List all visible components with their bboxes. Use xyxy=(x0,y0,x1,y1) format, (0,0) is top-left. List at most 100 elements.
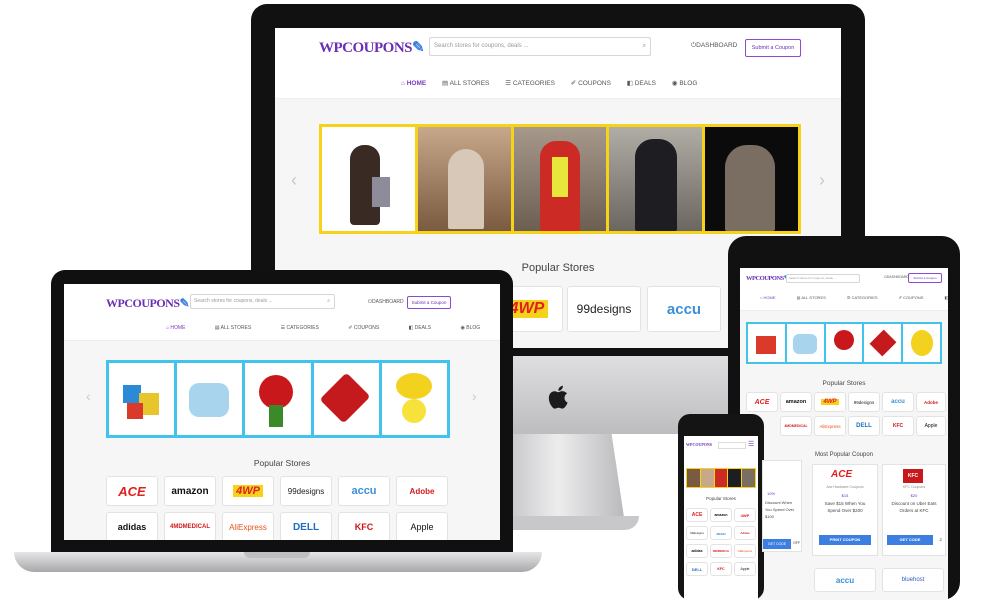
store-accu[interactable]: accu xyxy=(882,392,914,412)
store-dell[interactable]: DELL xyxy=(686,562,708,576)
submit-coupon-button[interactable]: Submit a Coupon xyxy=(908,273,942,283)
search-icon[interactable]: ⌕ xyxy=(327,295,330,308)
search-input[interactable]: Search stores for coupons, deals ... xyxy=(786,274,860,283)
store-amazon[interactable]: amazon xyxy=(780,392,812,412)
slide-red-coat-woman xyxy=(513,127,607,231)
slide-rose-bouquet xyxy=(825,324,863,362)
store-4md[interactable]: 4MDMEDICAL xyxy=(780,416,812,436)
store-accu[interactable]: accu xyxy=(338,476,390,506)
slide-black-coat-woman xyxy=(609,127,703,231)
site-logo[interactable]: WPCOUPONS xyxy=(686,442,712,447)
apple-logo-icon xyxy=(544,382,574,412)
search-icon[interactable]: ⌕ xyxy=(643,38,646,55)
store-adidas[interactable]: adidas xyxy=(686,544,708,558)
store-dell[interactable]: DELL xyxy=(848,416,880,436)
store-adidas[interactable]: adidas xyxy=(106,512,158,540)
nav-home[interactable]: ⌂ HOME xyxy=(760,295,790,300)
store-aliexpress[interactable]: AliExpress xyxy=(814,416,846,436)
slide-gift-boxes xyxy=(748,324,785,362)
nav-coupons[interactable]: ✐ COUPONS xyxy=(571,80,611,87)
phone-device: WPCOUPONS ☰ Popular Stores ACE amazon 4W… xyxy=(678,414,764,600)
store-4md[interactable]: 4MDMEDICAL xyxy=(164,512,216,540)
submit-coupon-button[interactable]: Submit a Coupon xyxy=(745,39,801,57)
code-peek: OFF xyxy=(793,541,800,545)
nav-coupons[interactable]: ✐ COUPONS xyxy=(899,295,938,300)
store-ace[interactable]: ACE xyxy=(746,392,778,412)
store-99designs[interactable]: 99designs xyxy=(280,476,332,506)
store-99designs[interactable]: 99designs xyxy=(567,286,641,332)
site-logo[interactable]: WPCOUPONS✎ xyxy=(319,38,425,57)
nav-deals[interactable]: ◧ DEALS xyxy=(945,295,948,300)
nav-blog[interactable]: ◉ BLOG xyxy=(672,80,698,87)
slide-4 xyxy=(728,469,742,487)
nav-categories[interactable]: ☰ CATEGORIES xyxy=(281,325,333,331)
store-4wp[interactable]: 4WP xyxy=(222,476,274,506)
nav-home[interactable]: ⌂ HOME xyxy=(166,325,199,331)
store-adobe[interactable]: Adobe xyxy=(916,392,946,412)
site-logo[interactable]: WPCOUPONS✎ xyxy=(746,274,789,282)
store-bluehost[interactable]: bluehost xyxy=(882,568,944,592)
store-accu[interactable]: accu xyxy=(814,568,876,592)
nav-coupons[interactable]: ✐ COUPONS xyxy=(348,325,393,331)
nav-all-stores[interactable]: ▤ ALL STORES xyxy=(797,295,840,300)
store-ace[interactable]: ACE xyxy=(106,476,158,506)
get-code-button[interactable]: GET CODE xyxy=(763,539,791,549)
dashboard-link[interactable]: ⏻DASHBOARD xyxy=(368,299,404,305)
most-popular-coupon-title: Most Popular Coupon xyxy=(814,452,874,458)
search-input[interactable] xyxy=(718,442,746,449)
get-code-button[interactable]: GET CODE xyxy=(887,535,933,545)
print-coupon-button[interactable]: PRINT COUPON xyxy=(819,535,871,545)
nav-blog[interactable]: ◉ BLOG xyxy=(461,325,495,331)
dashboard-link[interactable]: ⏻DASHBOARD xyxy=(691,42,737,50)
nav-deals[interactable]: ◧ DEALS xyxy=(409,325,446,331)
phone-screen: WPCOUPONS ☰ Popular Stores ACE amazon 4W… xyxy=(684,436,758,600)
slide-sunflower-mug xyxy=(381,363,448,435)
nav-all-stores[interactable]: ▤ ALL STORES xyxy=(215,325,265,331)
store-kfc[interactable]: KFC xyxy=(710,562,732,576)
store-aliexpress[interactable]: AliExpress xyxy=(734,544,756,558)
slider-next-arrow[interactable]: › xyxy=(472,388,477,404)
store-apple[interactable]: Apple xyxy=(396,512,448,540)
store-99designs[interactable]: 99designs xyxy=(686,526,708,540)
store-kfc[interactable]: KFC xyxy=(338,512,390,540)
store-4wp[interactable]: 4WP xyxy=(734,508,756,522)
slide-sunflower-mug xyxy=(903,324,940,362)
nav-categories[interactable]: ☰ CATEGORIES xyxy=(505,80,555,87)
store-apple[interactable]: Apple xyxy=(916,416,946,436)
store-accu[interactable]: accu xyxy=(647,286,721,332)
slider-next-arrow[interactable]: › xyxy=(819,170,825,191)
slider-prev-arrow[interactable]: ‹ xyxy=(86,388,91,404)
submit-coupon-button[interactable]: Submit a Coupon xyxy=(407,296,451,309)
nav-categories[interactable]: ☰ CATEGORIES xyxy=(847,295,892,300)
coupon-store-logo: ACE xyxy=(831,469,853,480)
store-adobe[interactable]: Adobe xyxy=(396,476,448,506)
store-amazon[interactable]: amazon xyxy=(164,476,216,506)
site-logo[interactable]: WPCOUPONS✎ xyxy=(106,296,190,311)
store-aliexpress[interactable]: AliExpress xyxy=(222,512,274,540)
slide-ring-box xyxy=(864,324,902,362)
slide-sunglasses-woman xyxy=(417,127,511,231)
store-ace[interactable]: ACE xyxy=(686,508,708,522)
store-adobe[interactable]: Adobe xyxy=(734,526,756,540)
store-99designs[interactable]: 99designs xyxy=(848,392,880,412)
search-input[interactable]: Search stores for coupons, deals ... ⌕ xyxy=(429,37,651,56)
slider-prev-arrow[interactable]: ‹ xyxy=(291,170,297,191)
store-4wp[interactable]: 4WP xyxy=(814,392,846,412)
store-kfc[interactable]: KFC xyxy=(882,416,914,436)
nav-deals[interactable]: ◧ DEALS xyxy=(627,80,656,87)
menu-icon[interactable]: ☰ xyxy=(748,440,754,448)
dashboard-link[interactable]: ⏻DASHBOARD xyxy=(884,275,909,279)
slide-gift-boxes xyxy=(109,363,175,435)
store-dell[interactable]: DELL xyxy=(280,512,332,540)
store-amazon[interactable]: amazon xyxy=(710,508,732,522)
coupon-text: Discount on Uber Eats Orders at KFC xyxy=(891,501,937,513)
slide-5 xyxy=(742,469,755,487)
coupon-card: KFC KFC Coupons $20 Discount on Uber Eat… xyxy=(882,464,946,556)
search-input[interactable]: Search stores for coupons, deals ... ⌕ xyxy=(190,294,335,309)
store-accu[interactable]: accu xyxy=(710,526,732,540)
nav-all-stores[interactable]: ▤ ALL STORES xyxy=(442,80,489,87)
coupon-value: $20 xyxy=(910,493,918,498)
store-apple[interactable]: Apple xyxy=(734,562,756,576)
nav-home[interactable]: ⌂ HOME xyxy=(401,80,426,87)
store-4md[interactable]: 4MDMEDICAL xyxy=(710,544,732,558)
